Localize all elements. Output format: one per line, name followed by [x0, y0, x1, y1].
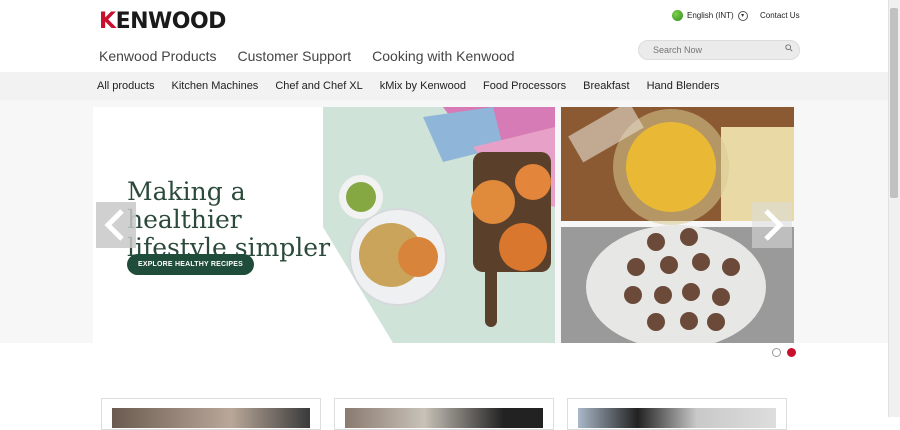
- carousel-dots: [772, 348, 796, 357]
- explore-recipes-button[interactable]: EXPLORE HEALTHY RECIPES: [127, 254, 254, 275]
- hero-headline-line1: Making a healthier: [127, 177, 246, 234]
- nav-kenwood-products[interactable]: Kenwood Products: [99, 48, 217, 64]
- promo-card[interactable]: [334, 398, 554, 430]
- promo-card[interactable]: [567, 398, 787, 430]
- language-selector[interactable]: English (INT) ▾: [672, 10, 748, 21]
- globe-icon: [672, 10, 683, 21]
- contact-us-link[interactable]: Contact Us: [760, 11, 800, 20]
- category-kmix[interactable]: kMix by Kenwood: [380, 80, 466, 92]
- scrollbar-thumb[interactable]: [890, 8, 898, 198]
- carousel-dot-2[interactable]: [787, 348, 796, 357]
- search-input[interactable]: [651, 44, 775, 56]
- hero-headline: Making a healthier lifestyle simpler: [127, 178, 367, 262]
- promo-card-image: [112, 408, 310, 428]
- kenwood-logo[interactable]: KENWOOD: [99, 9, 226, 34]
- category-hand-blenders[interactable]: Hand Blenders: [647, 80, 720, 92]
- main-nav: Kenwood Products Customer Support Cookin…: [99, 48, 515, 64]
- carousel-prev-button[interactable]: [96, 202, 136, 248]
- chevron-left-icon: [104, 209, 124, 241]
- language-label: English (INT): [687, 11, 734, 20]
- site-header: KENWOOD English (INT) ▾ Contact Us Kenwo…: [0, 0, 888, 72]
- carousel-next-button[interactable]: [752, 202, 792, 248]
- promo-card-image: [578, 408, 776, 428]
- chevron-down-icon: ▾: [737, 10, 748, 21]
- chevron-right-icon: [764, 209, 784, 241]
- carousel-dot-1[interactable]: [772, 348, 781, 357]
- category-food-processors[interactable]: Food Processors: [483, 80, 566, 92]
- nav-customer-support[interactable]: Customer Support: [238, 48, 352, 64]
- search-icon[interactable]: [785, 44, 793, 52]
- search-box: [638, 40, 800, 60]
- category-breakfast[interactable]: Breakfast: [583, 80, 629, 92]
- promo-card[interactable]: [101, 398, 321, 430]
- category-chef-xl[interactable]: Chef and Chef XL: [275, 80, 362, 92]
- category-all-products[interactable]: All products: [97, 80, 154, 92]
- promo-card-image: [345, 408, 543, 428]
- logo-k: K: [99, 9, 116, 34]
- nav-cooking-with-kenwood[interactable]: Cooking with Kenwood: [372, 48, 514, 64]
- logo-rest: ENWOOD: [115, 9, 227, 34]
- category-kitchen-machines[interactable]: Kitchen Machines: [171, 80, 258, 92]
- category-bar: All products Kitchen Machines Chef and C…: [0, 72, 888, 100]
